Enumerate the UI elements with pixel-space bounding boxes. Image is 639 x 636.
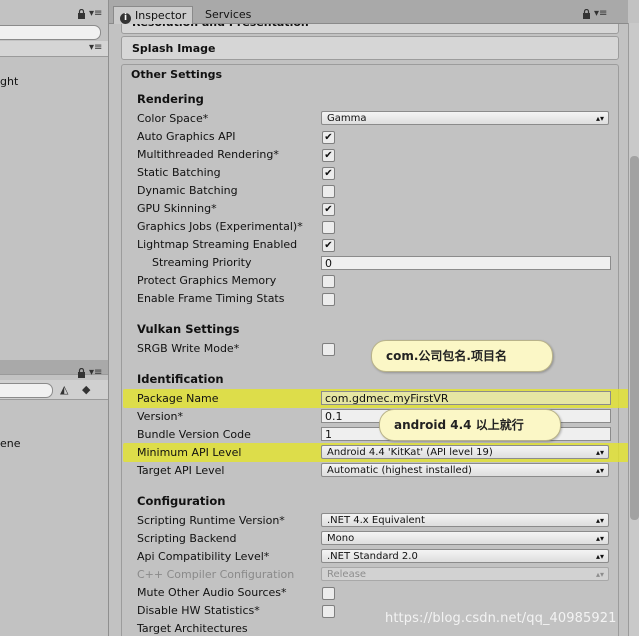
inspector-scrollbar[interactable] — [628, 23, 639, 636]
protect-graphics-memory-checkbox[interactable] — [322, 275, 335, 288]
lightmap-streaming-label: Lightmap Streaming Enabled — [137, 238, 298, 251]
dynamic-batching-checkbox[interactable] — [322, 185, 335, 198]
section-other-settings-header[interactable]: Other Settings — [131, 68, 222, 81]
section-splash-image-header[interactable]: Splash Image — [121, 36, 619, 60]
project-search-input[interactable] — [0, 383, 53, 398]
scripting-backend-label: Scripting Backend — [137, 532, 237, 545]
package-name-label: Package Name — [137, 392, 219, 405]
tab-label: Services — [205, 8, 252, 21]
streaming-priority-field[interactable]: 0 — [321, 256, 611, 270]
auto-graphics-api-label: Auto Graphics API — [137, 130, 236, 143]
multithreaded-rendering-checkbox[interactable]: ✔ — [322, 149, 335, 162]
static-batching-checkbox[interactable]: ✔ — [322, 167, 335, 180]
dropdown-arrow-icon: ▴▾ — [595, 552, 604, 561]
graphics-jobs-checkbox[interactable] — [322, 221, 335, 234]
api-compatibility-dropdown[interactable]: .NET Standard 2.0 ▴▾ — [321, 549, 609, 563]
gpu-skinning-checkbox[interactable]: ✔ — [322, 203, 335, 216]
disable-hw-stats-label: Disable HW Statistics* — [137, 604, 260, 617]
dropdown-arrow-icon: ▴▾ — [595, 466, 604, 475]
scripting-runtime-label: Scripting Runtime Version* — [137, 514, 285, 527]
filter-by-type-icon[interactable]: ◭ — [60, 383, 68, 396]
dynamic-batching-label: Dynamic Batching — [137, 184, 238, 197]
dropdown-arrow-icon: ▴▾ — [595, 570, 604, 579]
static-batching-label: Static Batching — [137, 166, 221, 179]
dropdown-arrow-icon: ▴▾ — [595, 534, 604, 543]
protect-graphics-memory-label: Protect Graphics Memory — [137, 274, 277, 287]
package-name-callout: com.公司包名.项目名 — [371, 340, 553, 372]
lock-icon[interactable] — [77, 8, 86, 22]
menu-icon-3[interactable]: ▾≡ — [89, 367, 102, 378]
auto-graphics-api-checkbox[interactable]: ✔ — [322, 131, 335, 144]
tab-services[interactable]: Services — [199, 6, 257, 23]
tab-label: Inspector — [135, 9, 187, 22]
dropdown-arrow-icon: ▴▾ — [595, 114, 604, 123]
hierarchy-item[interactable]: ght — [0, 75, 18, 88]
label-tag-icon[interactable]: ◆ — [82, 383, 90, 396]
target-architectures-label: Target Architectures — [137, 622, 248, 635]
section-resolution-header[interactable]: Resolution and Presentation — [121, 24, 619, 34]
menu-icon-4[interactable]: ▾≡ — [594, 8, 607, 19]
frame-timing-stats-label: Enable Frame Timing Stats — [137, 292, 285, 305]
target-api-level-dropdown[interactable]: Automatic (highest installed) ▴▾ — [321, 463, 609, 477]
mute-audio-checkbox[interactable] — [322, 587, 335, 600]
cpp-compiler-config-label: C++ Compiler Configuration — [137, 568, 295, 581]
version-label: Version* — [137, 410, 183, 423]
menu-icon-2[interactable]: ▾≡ — [89, 42, 102, 53]
disable-hw-stats-checkbox[interactable] — [322, 605, 335, 618]
scripting-backend-dropdown[interactable]: Mono ▴▾ — [321, 531, 609, 545]
min-api-level-dropdown[interactable]: Android 4.4 'KitKat' (API level 19) ▴▾ — [321, 445, 609, 459]
gpu-skinning-label: GPU Skinning* — [137, 202, 217, 215]
color-space-dropdown[interactable]: Gamma ▴▾ — [321, 111, 609, 125]
api-compatibility-label: Api Compatibility Level* — [137, 550, 270, 563]
package-name-field[interactable]: com.gdmec.myFirstVR — [321, 391, 611, 405]
identification-title: Identification — [137, 372, 224, 386]
lock-icon-3[interactable] — [582, 8, 591, 22]
srgb-write-mode-checkbox[interactable] — [322, 343, 335, 356]
bundle-version-code-label: Bundle Version Code — [137, 428, 251, 441]
dropdown-arrow-icon: ▴▾ — [595, 448, 604, 457]
tab-inspector[interactable]: i Inspector — [113, 6, 194, 24]
frame-timing-stats-checkbox[interactable] — [322, 293, 335, 306]
info-icon: i — [120, 13, 131, 24]
target-api-level-label: Target API Level — [137, 464, 225, 477]
mute-audio-label: Mute Other Audio Sources* — [137, 586, 287, 599]
dropdown-arrow-icon: ▴▾ — [595, 516, 604, 525]
color-space-label: Color Space* — [137, 112, 209, 125]
project-item[interactable]: ene — [0, 437, 21, 450]
min-api-callout: android 4.4 以上就行 — [379, 409, 561, 441]
srgb-write-mode-label: SRGB Write Mode* — [137, 342, 240, 355]
watermark: https://blog.csdn.net/qq_40985921 — [385, 611, 617, 626]
hierarchy-search-input[interactable] — [0, 25, 101, 40]
lightmap-streaming-checkbox[interactable]: ✔ — [322, 239, 335, 252]
vulkan-title: Vulkan Settings — [137, 322, 240, 336]
streaming-priority-label: Streaming Priority — [152, 256, 252, 269]
scrollbar-thumb[interactable] — [630, 156, 639, 520]
multithreaded-rendering-label: Multithreaded Rendering* — [137, 148, 279, 161]
cpp-compiler-config-dropdown: Release ▴▾ — [321, 567, 609, 581]
hierarchy-panel: ▾≡ ▾≡ ght ▾≡ ◭ ◆ ene — [0, 0, 109, 636]
configuration-title: Configuration — [137, 494, 226, 508]
graphics-jobs-label: Graphics Jobs (Experimental)* — [137, 220, 303, 233]
tab-bar: i Inspector Services ▾≡ — [109, 0, 628, 24]
min-api-level-label: Minimum API Level — [137, 446, 242, 459]
scripting-runtime-dropdown[interactable]: .NET 4.x Equivalent ▴▾ — [321, 513, 609, 527]
menu-icon[interactable]: ▾≡ — [89, 8, 102, 19]
rendering-title: Rendering — [137, 92, 204, 106]
